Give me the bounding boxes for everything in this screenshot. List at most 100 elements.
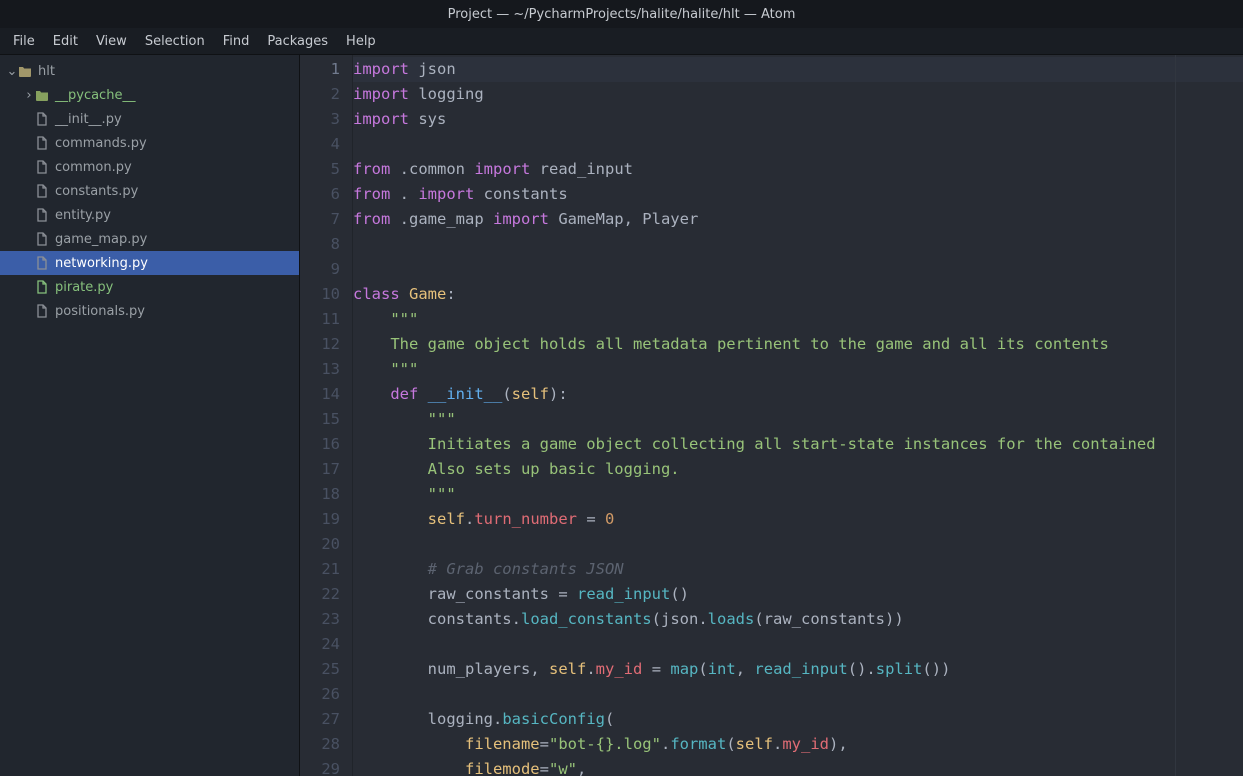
code-line[interactable]: """ xyxy=(353,357,1243,382)
tree-file-networking-py[interactable]: networking.py xyxy=(0,251,299,275)
line-number[interactable]: 3 xyxy=(300,107,340,132)
line-number[interactable]: 26 xyxy=(300,682,340,707)
tree-file-common-py[interactable]: common.py xyxy=(0,155,299,179)
tree-file--init-py[interactable]: __init__.py xyxy=(0,107,299,131)
chevron-right-icon[interactable]: › xyxy=(23,88,35,103)
line-number[interactable]: 6 xyxy=(300,182,340,207)
file-icon xyxy=(35,112,49,126)
code-line[interactable] xyxy=(353,532,1243,557)
line-number[interactable]: 9 xyxy=(300,257,340,282)
line-number[interactable]: 1 xyxy=(300,57,340,82)
line-number[interactable]: 11 xyxy=(300,307,340,332)
gutter: 1234567891011121314151617181920212223242… xyxy=(300,55,353,776)
code-line[interactable]: """ xyxy=(353,407,1243,432)
menu-bar: FileEditViewSelectionFindPackagesHelp xyxy=(0,28,1243,55)
line-number[interactable]: 4 xyxy=(300,132,340,157)
code-line[interactable]: import json xyxy=(353,57,1243,82)
line-number[interactable]: 13 xyxy=(300,357,340,382)
code-line[interactable] xyxy=(353,232,1243,257)
tree-label: common.py xyxy=(55,160,132,175)
code-line[interactable]: logging.basicConfig( xyxy=(353,707,1243,732)
code-line[interactable]: class Game: xyxy=(353,282,1243,307)
line-number[interactable]: 7 xyxy=(300,207,340,232)
line-number[interactable]: 8 xyxy=(300,232,340,257)
line-number[interactable]: 2 xyxy=(300,82,340,107)
code-line[interactable]: raw_constants = read_input() xyxy=(353,582,1243,607)
code-line[interactable]: num_players, self.my_id = map(int, read_… xyxy=(353,657,1243,682)
code-line[interactable]: def __init__(self): xyxy=(353,382,1243,407)
code-line[interactable]: Also sets up basic logging. xyxy=(353,457,1243,482)
line-number[interactable]: 25 xyxy=(300,657,340,682)
tree-file-constants-py[interactable]: constants.py xyxy=(0,179,299,203)
code-area[interactable]: import jsonimport loggingimport sys from … xyxy=(353,55,1243,776)
line-number[interactable]: 17 xyxy=(300,457,340,482)
line-number[interactable]: 19 xyxy=(300,507,340,532)
line-number[interactable]: 16 xyxy=(300,432,340,457)
code-line[interactable]: constants.load_constants(json.loads(raw_… xyxy=(353,607,1243,632)
code-line[interactable]: # Grab constants JSON xyxy=(353,557,1243,582)
code-line[interactable] xyxy=(353,632,1243,657)
tree-folder--pycache-[interactable]: › __pycache__ xyxy=(0,83,299,107)
code-line[interactable]: """ xyxy=(353,482,1243,507)
line-number[interactable]: 10 xyxy=(300,282,340,307)
menu-item-view[interactable]: View xyxy=(87,30,136,53)
tree-label: hlt xyxy=(38,64,55,79)
line-number[interactable]: 21 xyxy=(300,557,340,582)
line-number[interactable]: 12 xyxy=(300,332,340,357)
menu-item-file[interactable]: File xyxy=(4,30,44,53)
menu-item-find[interactable]: Find xyxy=(214,30,259,53)
line-number[interactable]: 23 xyxy=(300,607,340,632)
file-icon xyxy=(35,280,49,294)
tree-label: entity.py xyxy=(55,208,111,223)
code-line[interactable]: The game object holds all metadata perti… xyxy=(353,332,1243,357)
file-icon xyxy=(35,304,49,318)
tree-file-commands-py[interactable]: commands.py xyxy=(0,131,299,155)
tree-label: positionals.py xyxy=(55,304,145,319)
menu-item-packages[interactable]: Packages xyxy=(258,30,337,53)
menu-item-help[interactable]: Help xyxy=(337,30,385,53)
tree-file-pirate-py[interactable]: pirate.py xyxy=(0,275,299,299)
file-icon xyxy=(35,256,49,270)
tree-label: __pycache__ xyxy=(55,88,135,103)
file-icon xyxy=(35,184,49,198)
code-line[interactable]: self.turn_number = 0 xyxy=(353,507,1243,532)
code-line[interactable]: """ xyxy=(353,307,1243,332)
tree-folder-hlt[interactable]: ⌄ hlt xyxy=(0,59,299,83)
code-line[interactable]: from . import constants xyxy=(353,182,1243,207)
menu-item-edit[interactable]: Edit xyxy=(44,30,87,53)
code-line[interactable]: Initiates a game object collecting all s… xyxy=(353,432,1243,457)
tree-file-entity-py[interactable]: entity.py xyxy=(0,203,299,227)
code-line[interactable]: from .common import read_input xyxy=(353,157,1243,182)
line-number[interactable]: 28 xyxy=(300,732,340,757)
line-number[interactable]: 14 xyxy=(300,382,340,407)
folder-icon xyxy=(35,88,49,102)
tree-label: game_map.py xyxy=(55,232,147,247)
window-title: Project — ~/PycharmProjects/halite/halit… xyxy=(0,0,1243,28)
line-number[interactable]: 29 xyxy=(300,757,340,776)
line-number[interactable]: 20 xyxy=(300,532,340,557)
code-line[interactable] xyxy=(353,257,1243,282)
code-line[interactable]: filename="bot-{}.log".format(self.my_id)… xyxy=(353,732,1243,757)
menu-item-selection[interactable]: Selection xyxy=(136,30,214,53)
code-line[interactable]: filemode="w", xyxy=(353,757,1243,776)
code-line[interactable] xyxy=(353,682,1243,707)
code-line[interactable]: from .game_map import GameMap, Player xyxy=(353,207,1243,232)
file-icon xyxy=(35,232,49,246)
file-tree[interactable]: ⌄ hlt› __pycache__ __init__.pycommands.py co… xyxy=(0,55,300,776)
line-number[interactable]: 24 xyxy=(300,632,340,657)
code-line[interactable] xyxy=(353,132,1243,157)
file-icon xyxy=(35,136,49,150)
line-number[interactable]: 5 xyxy=(300,157,340,182)
line-number[interactable]: 27 xyxy=(300,707,340,732)
code-line[interactable]: import logging xyxy=(353,82,1243,107)
tree-label: networking.py xyxy=(55,256,148,271)
tree-file-positionals-py[interactable]: positionals.py xyxy=(0,299,299,323)
file-icon xyxy=(35,160,49,174)
code-line[interactable]: import sys xyxy=(353,107,1243,132)
editor[interactable]: 1234567891011121314151617181920212223242… xyxy=(300,55,1243,776)
line-number[interactable]: 15 xyxy=(300,407,340,432)
tree-file-game-map-py[interactable]: game_map.py xyxy=(0,227,299,251)
line-number[interactable]: 18 xyxy=(300,482,340,507)
line-number[interactable]: 22 xyxy=(300,582,340,607)
chevron-down-icon[interactable]: ⌄ xyxy=(6,64,18,79)
